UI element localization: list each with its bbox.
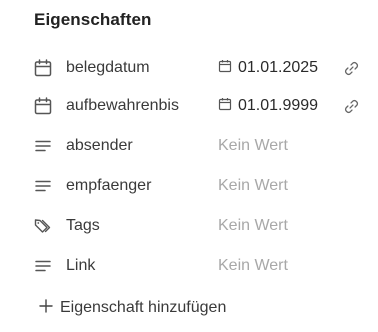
calendar-icon <box>34 59 52 77</box>
property-row-link[interactable]: Link Kein Wert <box>0 248 378 284</box>
text-lines-icon <box>35 180 51 192</box>
property-label: Link <box>66 257 96 274</box>
property-value-date[interactable]: 01.01.2025 <box>218 59 318 77</box>
property-value-empty[interactable]: Kein Wert <box>218 137 288 155</box>
text-lines-icon <box>35 140 51 152</box>
property-row-aufbewahrenbis[interactable]: aufbewahrenbis 01.01.9999 <box>0 88 378 124</box>
property-label: aufbewahrenbis <box>66 97 179 114</box>
link-icon[interactable] <box>343 60 360 77</box>
add-property-button[interactable]: Eigenschaft hinzufügen <box>38 298 226 317</box>
add-property-label: Eigenschaft hinzufügen <box>60 299 227 316</box>
property-value-date[interactable]: 01.01.9999 <box>218 97 318 115</box>
properties-panel: Eigenschaften belegdatum 01.01.2025 aufb… <box>0 0 378 332</box>
property-label: belegdatum <box>66 59 150 76</box>
property-label: absender <box>66 137 133 154</box>
panel-title: Eigenschaften <box>34 10 152 29</box>
property-label: empfaenger <box>66 177 152 194</box>
calendar-small-icon <box>218 98 232 111</box>
text-lines-icon <box>35 260 51 272</box>
calendar-small-icon <box>218 60 232 73</box>
property-row-absender[interactable]: absender Kein Wert <box>0 128 378 164</box>
property-value-empty[interactable]: Kein Wert <box>218 217 288 235</box>
property-value-empty[interactable]: Kein Wert <box>218 257 288 275</box>
property-value-empty[interactable]: Kein Wert <box>218 177 288 195</box>
date-text: 01.01.2025 <box>238 59 319 76</box>
property-label: Tags <box>66 217 100 234</box>
property-row-belegdatum[interactable]: belegdatum 01.01.2025 <box>0 50 378 86</box>
property-row-tags[interactable]: Tags Kein Wert <box>0 208 378 244</box>
tags-icon <box>34 219 51 233</box>
property-row-empfaenger[interactable]: empfaenger Kein Wert <box>0 168 378 204</box>
date-text: 01.01.9999 <box>238 97 319 114</box>
plus-icon <box>39 299 53 313</box>
calendar-icon <box>34 97 52 115</box>
link-icon[interactable] <box>343 98 360 115</box>
